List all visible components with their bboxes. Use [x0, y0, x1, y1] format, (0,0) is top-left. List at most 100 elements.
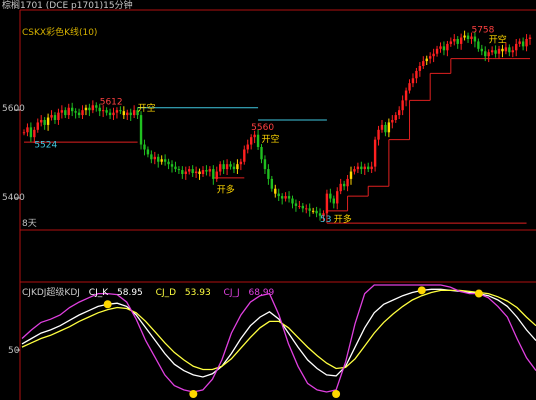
kdj-line-cj_j — [21, 284, 536, 393]
price-annotation: 开空 — [262, 133, 280, 145]
candle-body — [336, 191, 339, 204]
candle-body — [157, 156, 160, 162]
candle-body — [95, 105, 98, 108]
candle-body — [160, 159, 163, 162]
candle-body — [239, 161, 243, 165]
candle-body — [311, 210, 315, 212]
candle-body — [64, 110, 67, 116]
candle-body — [91, 105, 95, 111]
candle-body — [243, 149, 246, 162]
candle-body — [277, 193, 280, 197]
candle-body — [26, 127, 29, 133]
candle-body — [384, 124, 387, 133]
candle-body — [188, 169, 191, 172]
candle-body — [391, 120, 394, 123]
candle-body — [249, 137, 253, 145]
kdj-j-label: CJ_J — [223, 288, 240, 298]
candle-body — [167, 161, 170, 165]
candle-body — [105, 110, 108, 113]
period-label: 8天 — [22, 219, 37, 229]
price-annotation: 开空 — [489, 33, 507, 45]
candle-body — [466, 35, 470, 39]
candle-body — [70, 107, 74, 112]
candle-body — [308, 208, 311, 211]
candle-body — [511, 50, 514, 53]
candle-body — [40, 120, 43, 123]
candle-body — [208, 169, 212, 172]
price-annotation: 5560 — [251, 123, 274, 133]
candle-body — [236, 164, 239, 170]
candle-body — [219, 164, 222, 172]
price-annotation: 5612 — [100, 97, 123, 107]
candle-body — [298, 205, 301, 207]
kdj-indicator-name: CJKDJ超级KDJ — [22, 288, 80, 298]
candle-body — [74, 111, 77, 113]
candle-body — [418, 66, 422, 71]
candle-body — [394, 115, 397, 120]
candle-body — [397, 110, 401, 116]
candle-body — [525, 39, 528, 47]
candle-body — [112, 112, 115, 116]
candle-body — [301, 205, 305, 209]
candle-body — [339, 183, 342, 192]
candle-body — [504, 47, 508, 52]
candle-body — [470, 36, 473, 39]
candle-body — [53, 115, 57, 120]
candle-body — [501, 48, 504, 52]
candle-body — [46, 117, 50, 125]
candle-body — [263, 159, 267, 170]
candle-body — [484, 51, 487, 57]
price-indicator-title: CSKX彩色K线(10) — [22, 28, 98, 38]
candle-body — [480, 48, 484, 52]
candle-body — [387, 122, 391, 133]
price-annotation: 开多 — [334, 213, 352, 225]
candle-body — [280, 196, 284, 199]
candle-body — [528, 37, 532, 39]
candle-body — [229, 164, 232, 167]
candle-body — [367, 166, 370, 170]
candle-body — [256, 134, 260, 147]
candle-body — [184, 171, 187, 174]
candle-body — [194, 171, 198, 174]
price-annotation: 开多 — [217, 184, 235, 196]
candle-body — [60, 110, 64, 113]
candle-body — [360, 166, 363, 170]
price-annotation: 5758 — [471, 26, 494, 36]
y-tick-label: 5600 — [2, 104, 25, 114]
candle-body — [404, 90, 408, 101]
candle-body — [143, 144, 146, 150]
candle-body — [29, 127, 33, 138]
kdj-signal-marker — [189, 390, 198, 398]
candle-body — [315, 210, 318, 214]
candle-body — [284, 196, 287, 199]
candle-body — [518, 41, 521, 44]
candle-body — [36, 122, 39, 130]
candle-body — [191, 169, 194, 174]
candle-body — [246, 144, 249, 150]
candle-body — [81, 110, 84, 116]
candle-body — [494, 50, 497, 54]
y-tick-label: 5400 — [2, 193, 25, 203]
candle-body — [108, 112, 112, 116]
candle-body — [477, 41, 480, 49]
candle-body — [373, 139, 377, 167]
candle-body — [215, 171, 218, 179]
candle-body — [453, 39, 456, 42]
candle-body — [353, 169, 356, 172]
candle-body — [370, 166, 373, 170]
candle-body — [122, 111, 126, 116]
candle-body — [329, 193, 332, 199]
candle-body — [153, 156, 157, 160]
candle-body — [422, 61, 425, 66]
candle-body — [139, 115, 143, 145]
candle-body — [222, 164, 225, 170]
kdj-d-value: 53.93 — [184, 288, 211, 298]
candle-body — [380, 124, 384, 130]
candle-body — [163, 159, 167, 162]
candle-body — [291, 198, 294, 204]
candle-body — [515, 43, 518, 51]
kdj-k-value: 58.95 — [117, 288, 143, 298]
candle-body — [50, 115, 53, 118]
candle-body — [126, 112, 129, 116]
candle-body — [305, 208, 308, 210]
